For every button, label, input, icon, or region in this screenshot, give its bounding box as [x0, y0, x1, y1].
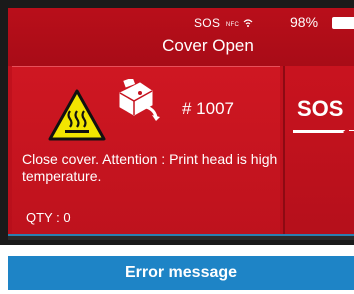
printer-icon — [119, 79, 160, 121]
error-panel: # 1007 Close cover. Attention : Print he… — [12, 66, 280, 235]
job-number: # 1007 — [182, 99, 234, 118]
quantity-label: QTY : 0 — [26, 210, 71, 225]
battery-level: 98% — [290, 14, 319, 30]
error-message-text: Close cover. Attention : Print head is h… — [22, 151, 278, 184]
sos-status-text: SOS — [194, 16, 221, 30]
battery-icon — [332, 17, 354, 29]
bottom-strip — [8, 234, 354, 240]
device-screen: SOS NFC 98% Cover Open # 1007 Close cove… — [8, 8, 354, 240]
sos-status-indicator: SOS NFC — [194, 16, 253, 30]
sos-button[interactable]: SOS — [283, 66, 354, 234]
status-header: SOS NFC 98% Cover Open — [8, 8, 354, 66]
nfc-label: NFC — [225, 22, 240, 28]
device-frame: SOS NFC 98% Cover Open # 1007 Close cove… — [0, 0, 354, 245]
page-title: Cover Open — [162, 36, 254, 55]
hot-surface-warning-icon — [48, 89, 106, 141]
caption-banner: Error message — [8, 256, 354, 290]
back-arrow-icon — [343, 127, 354, 137]
wifi-icon — [243, 19, 253, 27]
sos-button-label: SOS — [297, 96, 344, 121]
